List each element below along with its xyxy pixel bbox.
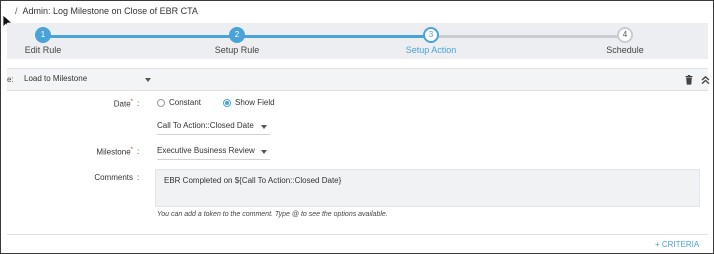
step-label: Setup Action [405,45,457,55]
required-marker: * [130,147,133,153]
step-number: 3 [423,27,439,43]
milestone-value: Executive Business Review [157,146,255,155]
section-divider [7,234,708,235]
radio-show-field[interactable] [223,99,231,107]
date-field-value: Call To Action::Closed Date [157,121,254,130]
breadcrumb-separator: / [15,6,18,16]
wizard-stepper: 1 Edit Rule 2 Setup Rule 3 Setup Action … [7,23,708,59]
chevron-up-double-icon[interactable] [701,75,710,85]
comments-hint: You can add a token to the comment. Type… [157,211,388,218]
action-type-label: e: [7,75,14,84]
trash-icon[interactable] [685,75,693,85]
step-setup-rule[interactable]: 2 Setup Rule [187,27,287,55]
step-label: Edit Rule [24,45,62,55]
step-label: Setup Rule [214,45,260,55]
chevron-down-icon [145,78,151,82]
required-marker: * [130,99,133,105]
breadcrumb: / Admin: Log Milestone on Close of EBR CT… [15,6,198,16]
date-field-select[interactable]: Call To Action::Closed Date [157,121,270,135]
chevron-down-icon [261,150,267,154]
action-type-value: Load to Milestone [24,74,88,83]
comments-colon: : [137,173,140,182]
chevron-down-icon [261,125,267,129]
comments-textarea[interactable]: EBR Completed on ${Call To Action::Close… [155,169,700,207]
step-label: Schedule [606,45,644,55]
milestone-select[interactable]: Executive Business Review [157,146,270,160]
step-number: 4 [617,27,633,43]
milestone-colon: : [137,147,140,156]
comments-value: EBR Completed on ${Call To Action::Close… [164,176,342,185]
action-header: e: Load to Milestone [7,68,710,91]
rule-title: Admin: Log Milestone on Close of EBR CTA [22,6,198,16]
comments-label: Comments [94,173,133,182]
radio-constant[interactable] [157,99,165,107]
add-criteria-button[interactable]: + CRITERIA [655,240,699,249]
step-number: 2 [229,27,245,43]
step-number: 1 [35,27,51,43]
step-edit-rule[interactable]: 1 Edit Rule [0,27,93,55]
radio-constant-label: Constant [169,98,202,107]
step-setup-action[interactable]: 3 Setup Action [381,27,481,55]
radio-show-field-label: Show Field [235,98,275,107]
step-schedule[interactable]: 4 Schedule [575,27,675,55]
date-label: Date* [113,99,133,109]
date-colon: : [137,99,140,108]
action-type-select[interactable]: Load to Milestone [24,74,159,83]
milestone-label: Milestone* [96,147,133,157]
